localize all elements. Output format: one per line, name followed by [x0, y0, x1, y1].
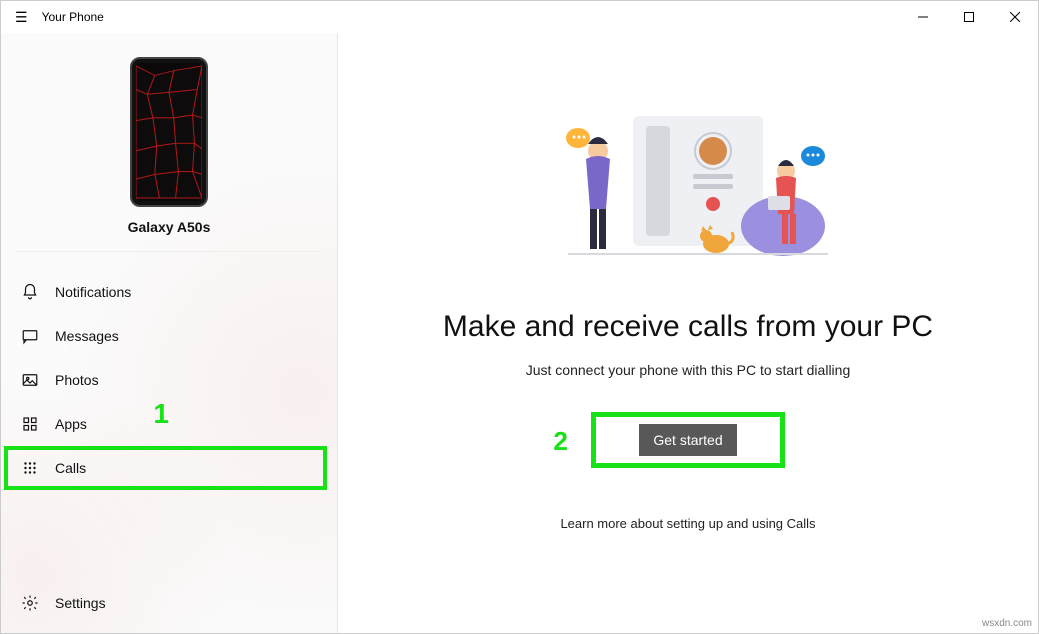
title-bar-left: ☰ Your Phone [1, 9, 104, 26]
bell-icon [21, 283, 39, 301]
device-preview[interactable] [130, 57, 208, 207]
sidebar-item-photos[interactable]: Photos [1, 358, 337, 402]
main-headline: Make and receive calls from your PC [443, 310, 933, 344]
close-button[interactable] [992, 1, 1038, 33]
chat-icon [21, 327, 39, 345]
app-body: Galaxy A50s 1 Notifications Messages [1, 33, 1038, 633]
sidebar-bottom: Settings [1, 581, 337, 633]
sidebar-item-messages[interactable]: Messages [1, 314, 337, 358]
gear-icon [21, 594, 39, 612]
device-wallpaper [136, 63, 202, 201]
watermark: wsxdn.com [982, 618, 1032, 629]
sidebar-item-label: Apps [55, 416, 87, 432]
calls-illustration [538, 96, 838, 276]
sidebar-item-calls[interactable]: Calls [1, 446, 337, 490]
get-started-button[interactable]: Get started [639, 424, 736, 456]
annotation-highlight-1 [4, 446, 327, 490]
device-section: Galaxy A50s [17, 33, 321, 252]
maximize-button[interactable] [946, 1, 992, 33]
cta-container: 2 Get started [591, 412, 784, 468]
main-subtext: Just connect your phone with this PC to … [526, 362, 851, 378]
title-bar: ☰ Your Phone [1, 1, 1038, 33]
image-icon [21, 371, 39, 389]
sidebar-item-settings[interactable]: Settings [1, 581, 337, 625]
sidebar-item-label: Notifications [55, 284, 131, 300]
annotation-2: 2 [553, 426, 567, 457]
minimize-button[interactable] [900, 1, 946, 33]
sidebar-item-notifications[interactable]: Notifications [1, 270, 337, 314]
sidebar-item-label: Photos [55, 372, 99, 388]
dialpad-icon [21, 459, 39, 477]
grid-icon [21, 415, 39, 433]
main-content: Make and receive calls from your PC Just… [338, 33, 1038, 633]
app-window: ☰ Your Phone [0, 0, 1039, 634]
learn-more-link[interactable]: Learn more about setting up and using Ca… [560, 516, 815, 531]
nav-list: Notifications Messages Photos [1, 270, 337, 490]
sidebar-item-label: Messages [55, 328, 119, 344]
sidebar-item-label: Settings [55, 595, 106, 611]
sidebar-item-apps[interactable]: Apps [1, 402, 337, 446]
app-title: Your Phone [42, 10, 104, 24]
device-name: Galaxy A50s [17, 219, 321, 235]
sidebar-item-label: Calls [55, 460, 86, 476]
window-controls [900, 1, 1038, 33]
sidebar: Galaxy A50s 1 Notifications Messages [1, 33, 338, 633]
hamburger-menu-icon[interactable]: ☰ [15, 9, 28, 26]
